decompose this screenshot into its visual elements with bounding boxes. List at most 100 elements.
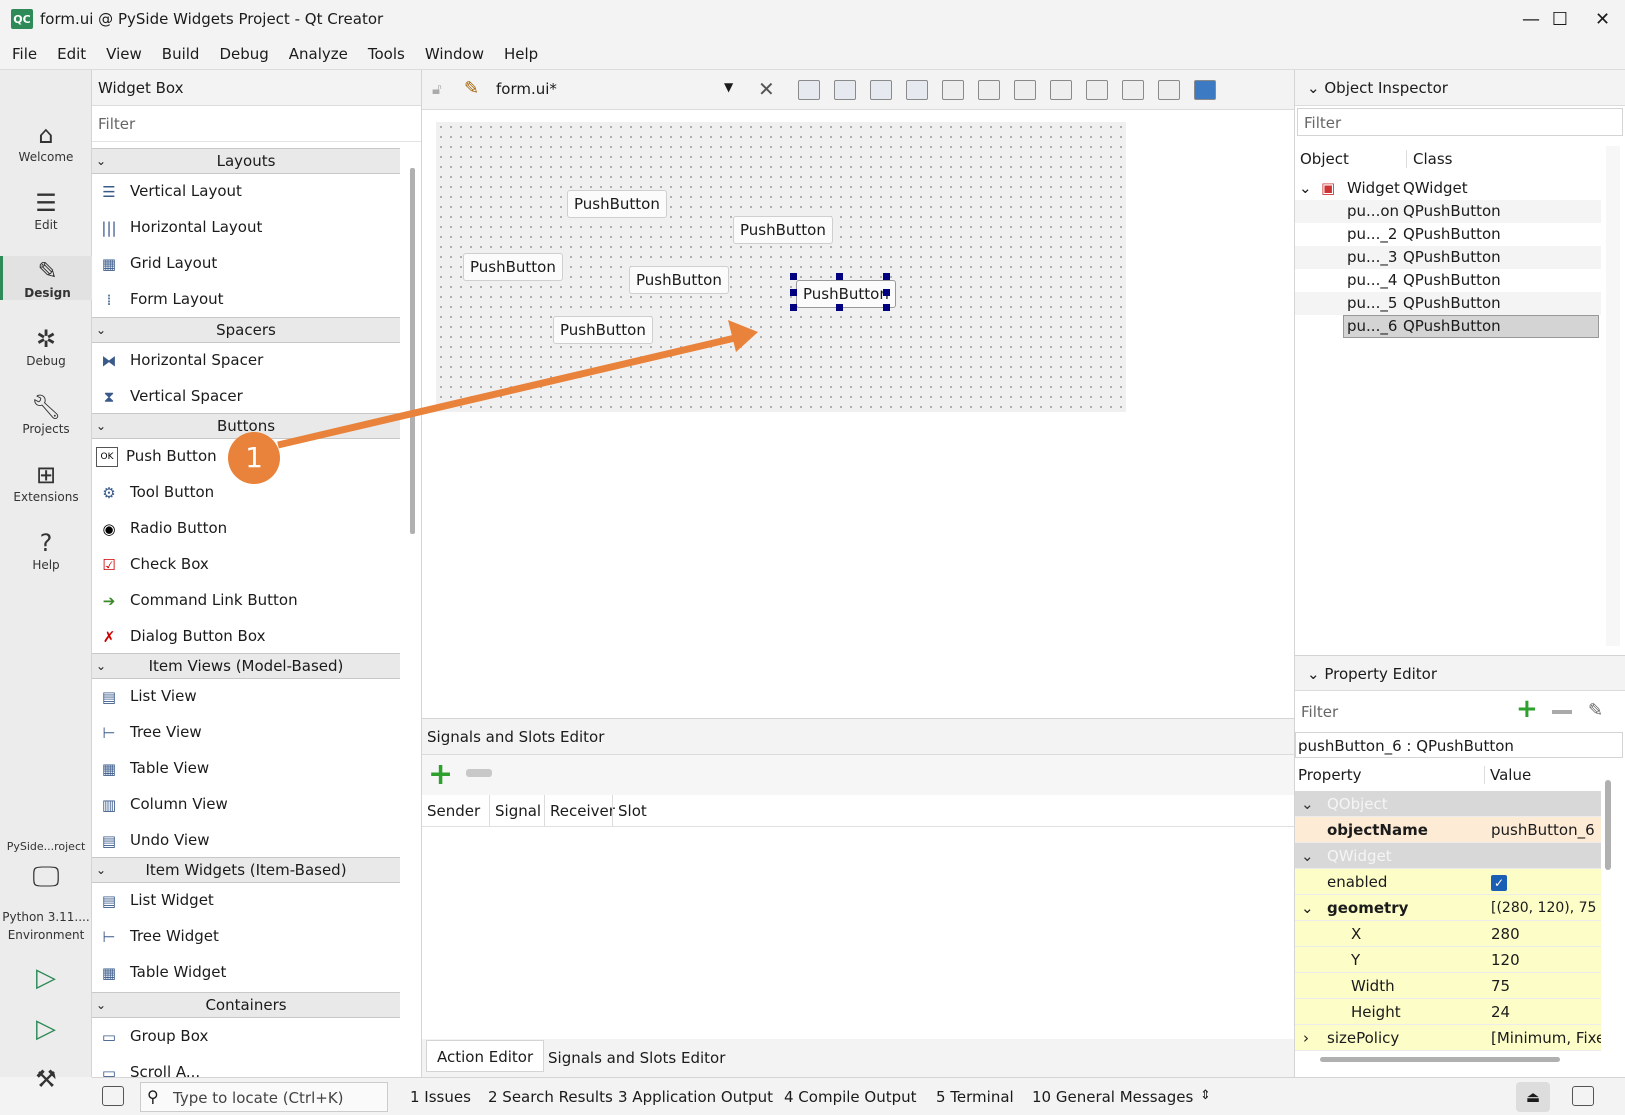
property-key: geometry xyxy=(1327,899,1409,917)
locator-placeholder: Type to locate (Ctrl+K) xyxy=(173,1089,344,1107)
add-dynamic-property-icon[interactable]: + xyxy=(1516,694,1538,724)
object-class: QPushButton xyxy=(1403,225,1501,243)
property-editor-hscrollbar[interactable] xyxy=(1320,1057,1560,1062)
object-name: pu..._2 xyxy=(1347,225,1398,243)
enabled-checkbox[interactable]: ✓ xyxy=(1491,869,1601,895)
tree-row-widget[interactable]: ⌄ ▣ Widget QWidget xyxy=(1295,177,1601,200)
object-name: pu..._3 xyxy=(1347,248,1398,266)
property-key: sizePolicy xyxy=(1327,1029,1400,1047)
output-pane-issues[interactable]: 1 Issues xyxy=(410,1088,471,1106)
property-value[interactable]: pushButton_6 xyxy=(1491,817,1601,843)
output-pane-search-results[interactable]: 2 Search Results xyxy=(488,1088,613,1106)
object-inspector-filter[interactable]: Filter xyxy=(1297,108,1623,136)
output-pane-general-messages[interactable]: 10 General Messages xyxy=(1032,1088,1193,1106)
signals-slots-title: Signals and Slots Editor xyxy=(422,719,1294,755)
checkbox-check-icon: ✓ xyxy=(1491,874,1507,891)
property-key: Height xyxy=(1351,1003,1401,1021)
property-value[interactable]: 280 xyxy=(1491,921,1601,947)
column-signal[interactable]: Signal xyxy=(489,795,541,827)
object-class: QPushButton xyxy=(1403,202,1501,220)
object-name: pu..._6 xyxy=(1347,317,1398,335)
status-bar: ⚲ Type to locate (Ctrl+K) 1 Issues 2 Sea… xyxy=(92,1077,1625,1115)
property-value[interactable]: 120 xyxy=(1491,947,1601,973)
property-value[interactable]: 24 xyxy=(1491,999,1601,1025)
tab-action-editor[interactable]: Action Editor xyxy=(426,1040,545,1072)
column-receiver[interactable]: Receiver xyxy=(544,795,615,827)
column-object[interactable]: Object xyxy=(1300,150,1349,168)
step-number-badge: 1 xyxy=(228,432,280,484)
add-connection-icon[interactable]: + xyxy=(428,757,453,792)
column-class[interactable]: Class xyxy=(1406,150,1452,168)
configure-wrench-icon[interactable]: ✎ xyxy=(1588,700,1603,721)
property-editor-title: Property Editor xyxy=(1324,665,1437,683)
search-icon: ⚲ xyxy=(147,1087,159,1106)
chevron-down-icon: ⌄ xyxy=(1307,79,1320,97)
property-editor-filter[interactable]: Filter xyxy=(1295,697,1495,727)
column-slot[interactable]: Slot xyxy=(612,795,647,827)
connections-header: Sender Signal Receiver Slot xyxy=(422,795,1294,827)
object-class: QPushButton xyxy=(1403,248,1501,266)
property-geometry[interactable]: ⌄ geometry [(280, 120), 75 x ... xyxy=(1295,895,1601,921)
property-width[interactable]: Width 75 xyxy=(1295,973,1601,999)
output-pane-application-output[interactable]: 3 Application Output xyxy=(618,1088,773,1106)
output-pane-terminal[interactable]: 5 Terminal xyxy=(936,1088,1014,1106)
object-name: pu...on xyxy=(1347,202,1400,220)
tree-row-push-button-5[interactable]: pu..._5 QPushButton xyxy=(1295,292,1601,315)
property-height[interactable]: Height 24 xyxy=(1295,999,1601,1025)
property-object-name[interactable]: objectName pushButton_6 xyxy=(1295,817,1601,843)
column-value[interactable]: Value xyxy=(1484,766,1604,784)
output-pane-compile-output[interactable]: 4 Compile Output xyxy=(784,1088,917,1106)
chevron-down-icon: ⌄ xyxy=(1299,179,1312,197)
group-label: QWidget xyxy=(1327,847,1392,865)
toggle-sidebar-icon[interactable] xyxy=(102,1086,124,1106)
object-class: QPushButton xyxy=(1403,317,1501,335)
object-class: QWidget xyxy=(1403,179,1468,197)
object-class: QPushButton xyxy=(1403,271,1501,289)
tree-row-push-button-3[interactable]: pu..._3 QPushButton xyxy=(1295,246,1601,269)
object-name: pu..._5 xyxy=(1347,294,1398,312)
property-key: objectName xyxy=(1327,821,1428,839)
column-property[interactable]: Property xyxy=(1298,766,1361,784)
tab-signals-slots-editor[interactable]: Signals and Slots Editor xyxy=(538,1042,735,1074)
property-value[interactable]: [Minimum, Fixe... xyxy=(1491,1025,1601,1051)
property-editor-header: ⌄ Property Editor xyxy=(1295,655,1625,691)
object-inspector-scrollbar[interactable] xyxy=(1606,146,1620,646)
group-qobject[interactable]: ⌄ QObject xyxy=(1295,791,1601,817)
property-y[interactable]: Y 120 xyxy=(1295,947,1601,973)
property-enabled[interactable]: enabled ✓ xyxy=(1295,869,1601,895)
more-panes-icon[interactable]: ⇕ xyxy=(1200,1088,1211,1103)
property-editor-scrollbar[interactable] xyxy=(1605,780,1611,870)
chevron-right-icon: › xyxy=(1303,1029,1309,1047)
property-key: enabled xyxy=(1327,873,1388,891)
progress-details-icon[interactable]: ⏏ xyxy=(1516,1082,1550,1112)
object-name: Widget xyxy=(1347,179,1400,197)
chevron-down-icon: ⌄ xyxy=(1301,899,1314,917)
tree-row-push-button-4[interactable]: pu..._4 QPushButton xyxy=(1295,269,1601,292)
object-name: pu..._4 xyxy=(1347,271,1398,289)
signals-toolbar: + xyxy=(422,755,1294,795)
chevron-down-icon: ⌄ xyxy=(1301,847,1314,865)
toggle-right-sidebar-icon[interactable] xyxy=(1572,1086,1594,1106)
column-sender[interactable]: Sender xyxy=(427,795,480,827)
property-key: X xyxy=(1351,925,1362,943)
chevron-down-icon: ⌄ xyxy=(1301,795,1314,813)
remove-connection-icon[interactable] xyxy=(466,769,492,777)
object-class: QPushButton xyxy=(1403,294,1501,312)
property-key: Y xyxy=(1351,951,1361,969)
object-inspector-title: Object Inspector xyxy=(1324,79,1448,97)
property-value[interactable]: [(280, 120), 75 x ... xyxy=(1491,895,1601,921)
tree-row-push-button-6-selected[interactable]: pu..._6 QPushButton xyxy=(1295,315,1601,338)
chevron-down-icon: ⌄ xyxy=(1307,665,1320,683)
widget-form-icon: ▣ xyxy=(1321,179,1336,197)
remove-dynamic-property-icon[interactable] xyxy=(1552,710,1572,714)
locator-input[interactable]: ⚲ Type to locate (Ctrl+K) xyxy=(140,1082,388,1112)
object-inspector-header: ⌄ Object Inspector xyxy=(1295,70,1625,106)
tree-row-push-button-2[interactable]: pu..._2 QPushButton xyxy=(1295,223,1601,246)
property-x[interactable]: X 280 xyxy=(1295,921,1601,947)
signals-slots-panel: Signals and Slots Editor + Sender Signal… xyxy=(422,718,1294,1077)
property-size-policy[interactable]: › sizePolicy [Minimum, Fixe... xyxy=(1295,1025,1601,1051)
property-value[interactable]: 75 xyxy=(1491,973,1601,999)
group-label: QObject xyxy=(1327,795,1388,813)
tree-row-push-button[interactable]: pu...on QPushButton xyxy=(1295,200,1601,223)
group-qwidget[interactable]: ⌄ QWidget xyxy=(1295,843,1601,869)
